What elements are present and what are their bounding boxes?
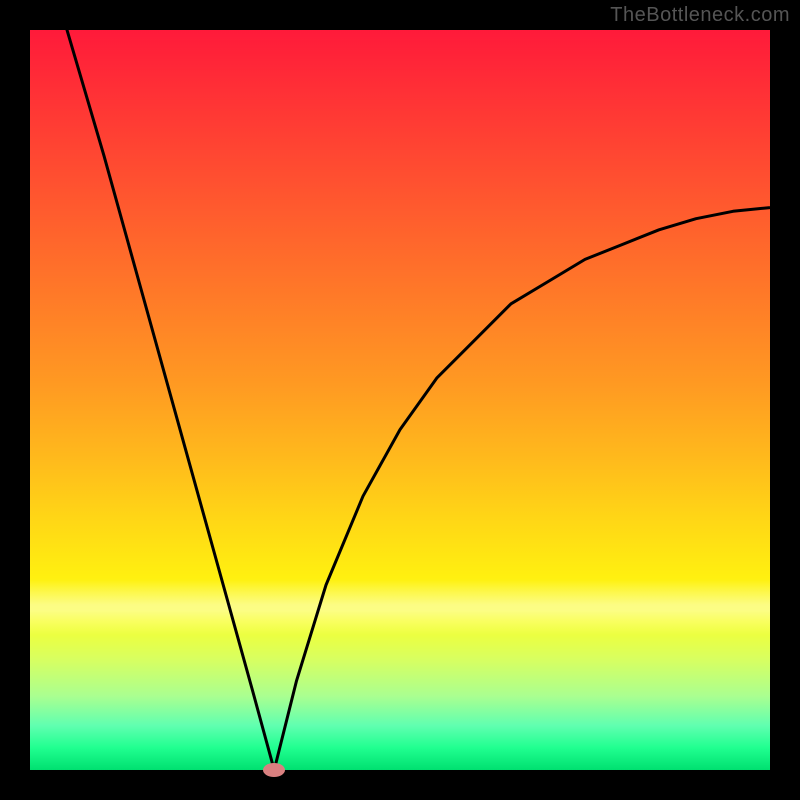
chart-frame: TheBottleneck.com: [0, 0, 800, 800]
bottleneck-curve-path: [30, 0, 770, 770]
optimum-marker: [263, 763, 285, 777]
watermark-text: TheBottleneck.com: [610, 4, 790, 27]
plot-area: [30, 30, 770, 770]
bottleneck-curve-svg: [30, 30, 770, 770]
